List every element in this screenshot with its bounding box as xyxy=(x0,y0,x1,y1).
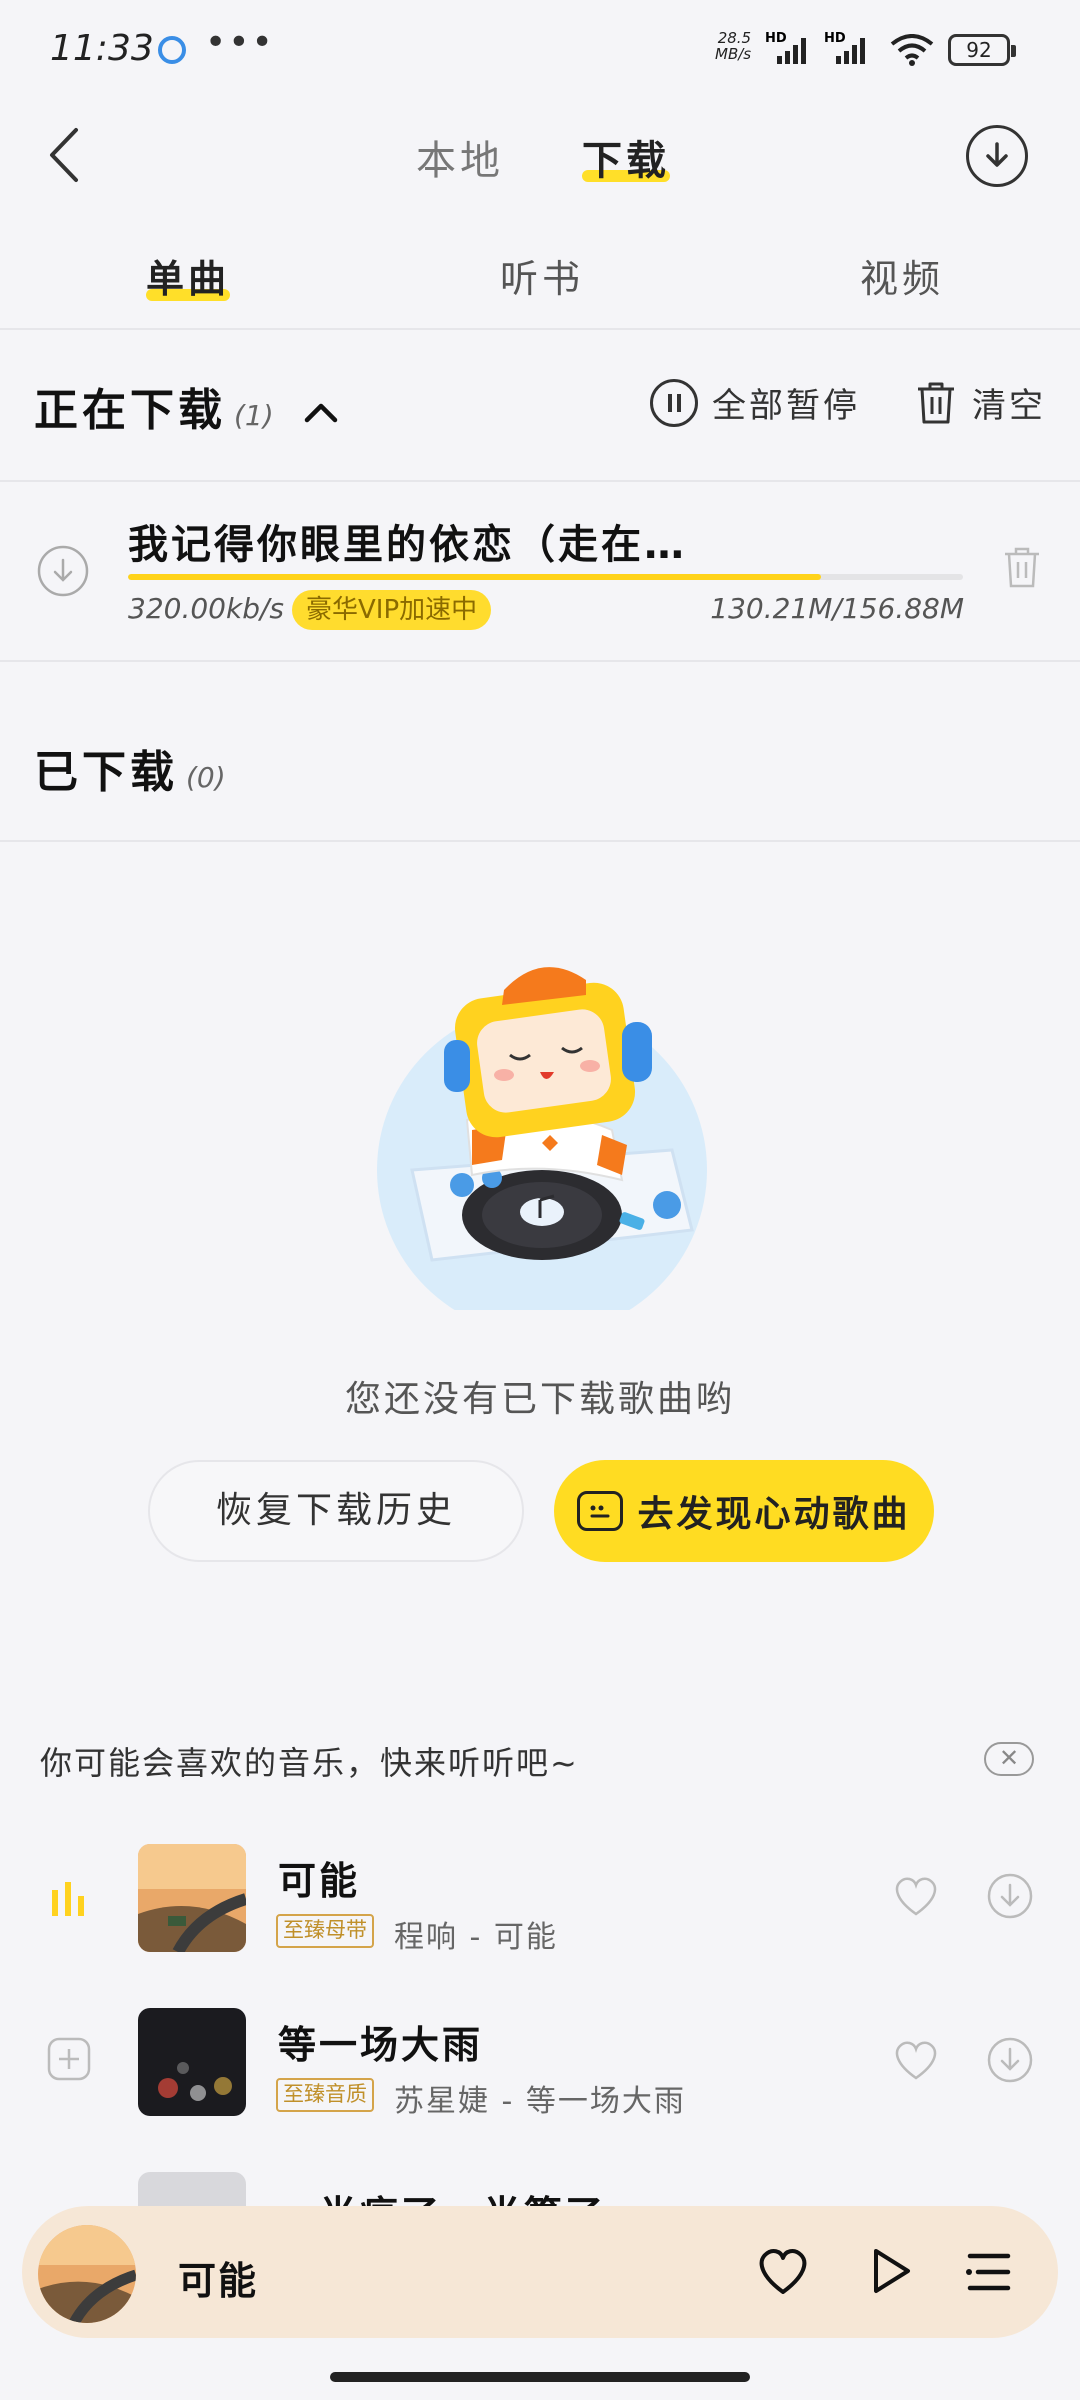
download-size: 130.21M/156.88M xyxy=(710,592,964,625)
heart-icon[interactable] xyxy=(892,2038,940,2082)
clear-button[interactable]: 清空 xyxy=(914,378,1046,427)
trash-icon xyxy=(918,382,954,423)
restore-history-button[interactable]: 恢复下载历史 xyxy=(148,1460,524,1562)
app-notification-icon xyxy=(158,36,186,64)
svg-text:HD: HD xyxy=(824,31,846,46)
download-progress-fill xyxy=(128,574,822,580)
more-notifications-icon: ••• xyxy=(205,22,275,63)
dj-mascot-illustration xyxy=(377,967,707,1310)
divider xyxy=(0,328,1080,330)
back-arrow-icon[interactable] xyxy=(40,120,90,190)
now-playing-bars-icon xyxy=(52,1882,84,1916)
recommend-title: 你可能会喜欢的音乐，快来听听吧~ xyxy=(40,1744,579,1782)
song-row[interactable]: 可能 至臻母带 程响 - 可能 xyxy=(0,1820,1080,1970)
play-icon[interactable] xyxy=(868,2246,914,2296)
song-artist: 程响 - 可能 xyxy=(394,1920,558,1955)
download-speed: 320.00kb/s xyxy=(128,592,284,625)
quality-tag: 至臻音质 xyxy=(276,2078,374,2112)
divider xyxy=(0,840,1080,842)
battery-indicator: 92 xyxy=(948,34,1016,66)
download-item-title[interactable]: 我记得你眼里的依恋（走在… xyxy=(128,512,687,570)
song-row[interactable]: 等一场大雨 至臻音质 苏星婕 - 等一场大雨 xyxy=(0,1984,1080,2134)
subtab-videos[interactable]: 视频 xyxy=(860,248,944,303)
tab-download[interactable]: 下载 xyxy=(582,128,670,186)
radio-icon xyxy=(577,1491,624,1531)
vip-accelerating-badge: 豪华VIP加速中 xyxy=(292,590,492,630)
collapse-chevron-icon[interactable] xyxy=(301,398,341,428)
network-speed: 28.5 MB/s xyxy=(715,29,752,63)
empty-state-message: 您还没有已下载歌曲哟 xyxy=(344,1379,735,1420)
home-indicator[interactable] xyxy=(330,2372,750,2382)
wifi-icon xyxy=(890,34,934,66)
status-time: 11:33 xyxy=(50,28,154,69)
pause-all-button[interactable]: 全部暂停 xyxy=(650,378,860,427)
discover-songs-button[interactable]: 去发现心动歌曲 xyxy=(554,1460,934,1562)
playlist-icon[interactable] xyxy=(964,2250,1014,2294)
download-song-icon[interactable] xyxy=(986,2036,1034,2084)
divider xyxy=(0,660,1080,662)
download-song-icon[interactable] xyxy=(986,1872,1034,1920)
add-to-playlist-icon[interactable] xyxy=(46,2036,92,2082)
downloaded-section-title: 已下载 (0) xyxy=(34,747,226,798)
download-status-icon xyxy=(37,545,89,597)
player-song-title: 可能 xyxy=(178,2259,259,2303)
pause-icon xyxy=(650,378,698,427)
song-title: 可能 xyxy=(278,1859,361,1903)
song-cover xyxy=(138,1844,246,1952)
signal-sim2-icon: HD xyxy=(824,31,865,64)
player-heart-icon[interactable] xyxy=(756,2246,810,2296)
svg-text:HD: HD xyxy=(765,31,787,46)
quality-tag: 至臻母带 xyxy=(276,1914,374,1948)
divider xyxy=(0,480,1080,482)
delete-download-icon[interactable] xyxy=(1002,546,1042,590)
subtab-singles[interactable]: 单曲 xyxy=(146,248,231,303)
song-cover xyxy=(138,2008,246,2116)
song-artist: 苏星婕 - 等一场大雨 xyxy=(394,2084,686,2119)
song-title: 等一场大雨 xyxy=(278,2023,484,2067)
download-manager-icon[interactable] xyxy=(966,125,1028,187)
close-recommend-icon[interactable]: ✕ xyxy=(984,1742,1034,1776)
download-progress-bar xyxy=(128,574,963,580)
downloading-section-title[interactable]: 正在下载 (1) xyxy=(34,374,341,438)
player-cover[interactable] xyxy=(38,2225,136,2323)
heart-icon[interactable] xyxy=(892,1874,940,1918)
subtab-audiobooks[interactable]: 听书 xyxy=(500,248,584,303)
tab-local[interactable]: 本地 xyxy=(416,128,504,186)
signal-sim1-icon: HD xyxy=(765,31,806,64)
